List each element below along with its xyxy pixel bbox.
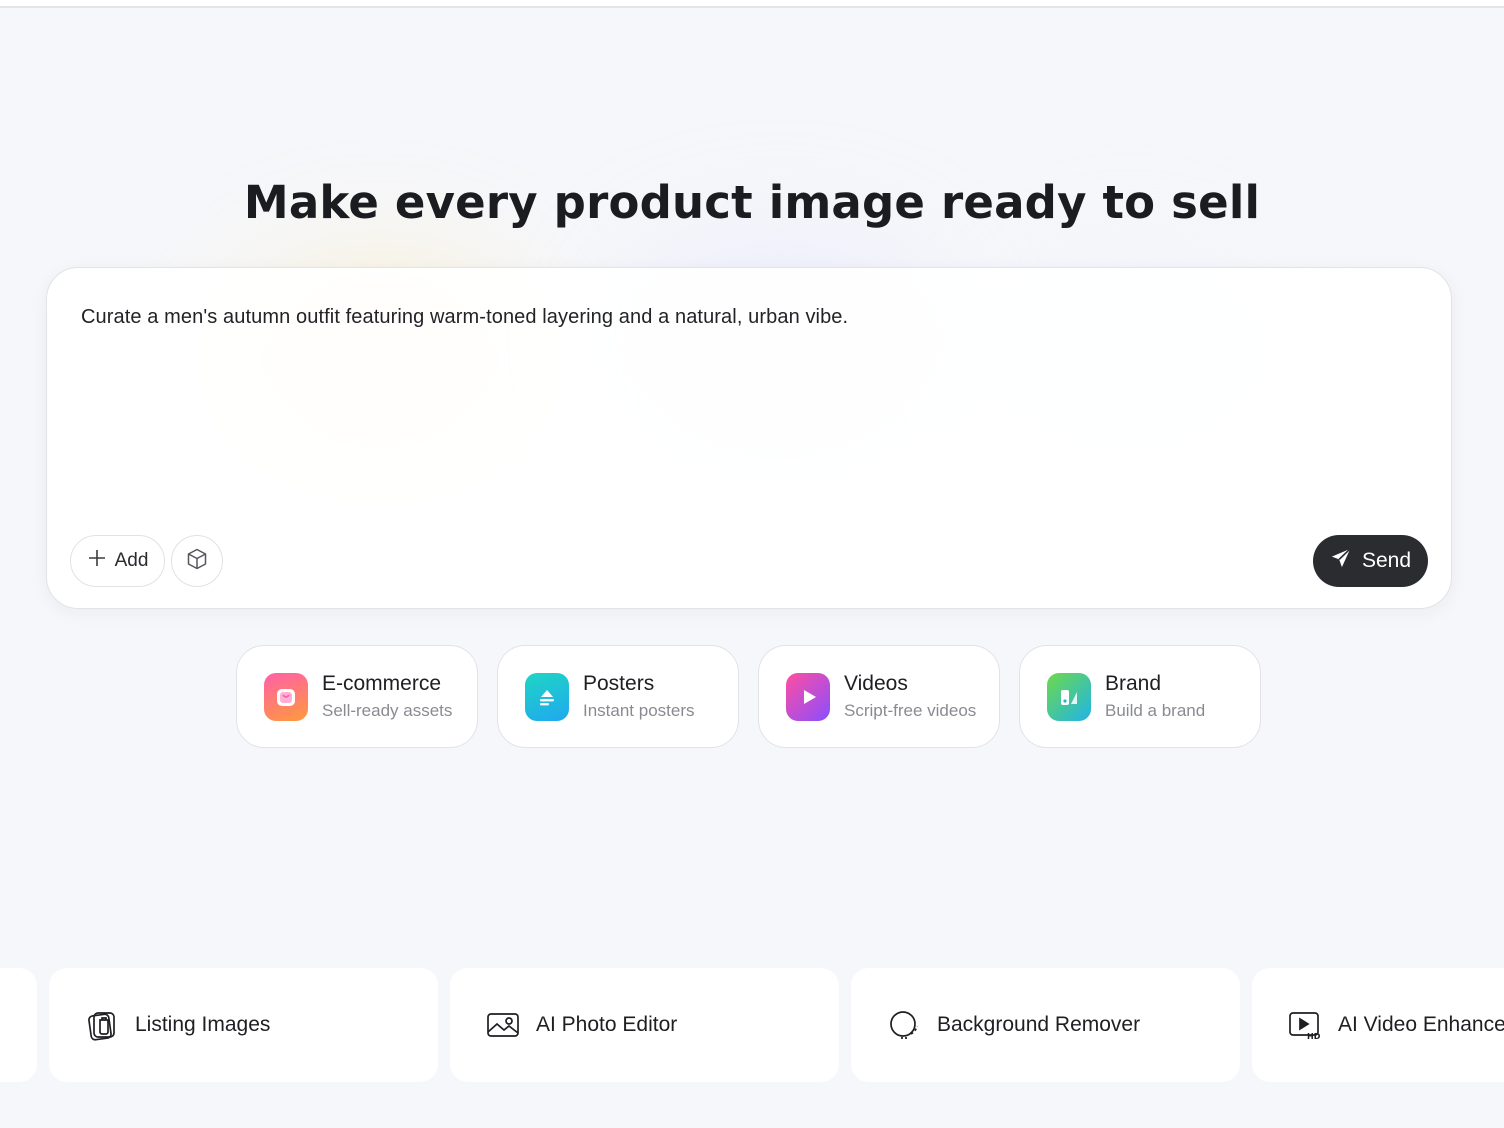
video-hd-icon: HD bbox=[1288, 1008, 1322, 1042]
mode-card-brand[interactable]: Brand Build a brand bbox=[1019, 645, 1261, 748]
mode-selector: E-commerce Sell-ready assets Posters Ins… bbox=[236, 645, 1261, 748]
add-button[interactable]: Add bbox=[70, 535, 165, 587]
photo-editor-icon bbox=[486, 1008, 520, 1042]
prompt-card: Curate a men's autumn outfit featuring w… bbox=[46, 267, 1452, 609]
mode-card-text: Videos Script-free videos bbox=[844, 672, 976, 721]
tool-card-partial[interactable] bbox=[0, 968, 37, 1082]
mode-subtitle: Sell-ready assets bbox=[322, 701, 453, 720]
add-button-label: Add bbox=[114, 550, 149, 571]
mode-card-text: Posters Instant posters bbox=[583, 672, 695, 721]
cube-icon bbox=[185, 547, 209, 575]
brand-icon bbox=[1047, 672, 1091, 721]
tool-card-ai-video-enhancer[interactable]: HD AI Video Enhancer bbox=[1252, 968, 1504, 1082]
mode-card-videos[interactable]: Videos Script-free videos bbox=[758, 645, 1000, 748]
poster-icon bbox=[525, 672, 569, 721]
page: Make every product image ready to sell C… bbox=[0, 0, 1504, 1128]
mode-subtitle: Build a brand bbox=[1105, 701, 1206, 720]
tool-card-listing-images[interactable]: Listing Images bbox=[49, 968, 438, 1082]
page-title: Make every product image ready to sell bbox=[243, 176, 1261, 229]
model-button[interactable] bbox=[171, 535, 223, 587]
mode-subtitle: Script-free videos bbox=[844, 701, 977, 720]
paper-plane-icon bbox=[1330, 547, 1352, 575]
mode-title: Videos bbox=[844, 672, 908, 695]
plus-icon bbox=[87, 548, 107, 574]
browser-top-edge bbox=[0, 0, 1504, 8]
tool-label: AI Photo Editor bbox=[536, 1013, 678, 1036]
prompt-input[interactable]: Curate a men's autumn outfit featuring w… bbox=[81, 306, 848, 329]
tools-carousel: Listing Images AI Photo Editor Backgroun… bbox=[0, 968, 1504, 1082]
mode-title: Brand bbox=[1105, 672, 1162, 695]
send-button[interactable]: Send bbox=[1313, 535, 1428, 587]
tool-card-ai-photo-editor[interactable]: AI Photo Editor bbox=[450, 968, 839, 1082]
background-remover-icon bbox=[887, 1008, 921, 1042]
mode-title: Posters bbox=[583, 672, 655, 695]
mode-subtitle: Instant posters bbox=[583, 701, 695, 720]
mode-card-ecommerce[interactable]: E-commerce Sell-ready assets bbox=[236, 645, 478, 748]
tool-card-background-remover[interactable]: Background Remover bbox=[851, 968, 1240, 1082]
mode-title: E-commerce bbox=[322, 672, 442, 695]
mode-card-text: Brand Build a brand bbox=[1105, 672, 1205, 721]
send-button-label: Send bbox=[1361, 549, 1412, 572]
svg-text:HD: HD bbox=[1307, 1032, 1321, 1040]
listing-images-icon bbox=[85, 1008, 119, 1042]
tool-label: Listing Images bbox=[135, 1013, 271, 1036]
mode-card-text: E-commerce Sell-ready assets bbox=[322, 672, 452, 721]
shopping-bag-icon bbox=[264, 672, 308, 721]
mode-card-posters[interactable]: Posters Instant posters bbox=[497, 645, 739, 748]
tool-label: Background Remover bbox=[937, 1013, 1141, 1036]
tool-label: AI Video Enhancer bbox=[1338, 1013, 1504, 1036]
play-icon bbox=[786, 672, 830, 721]
